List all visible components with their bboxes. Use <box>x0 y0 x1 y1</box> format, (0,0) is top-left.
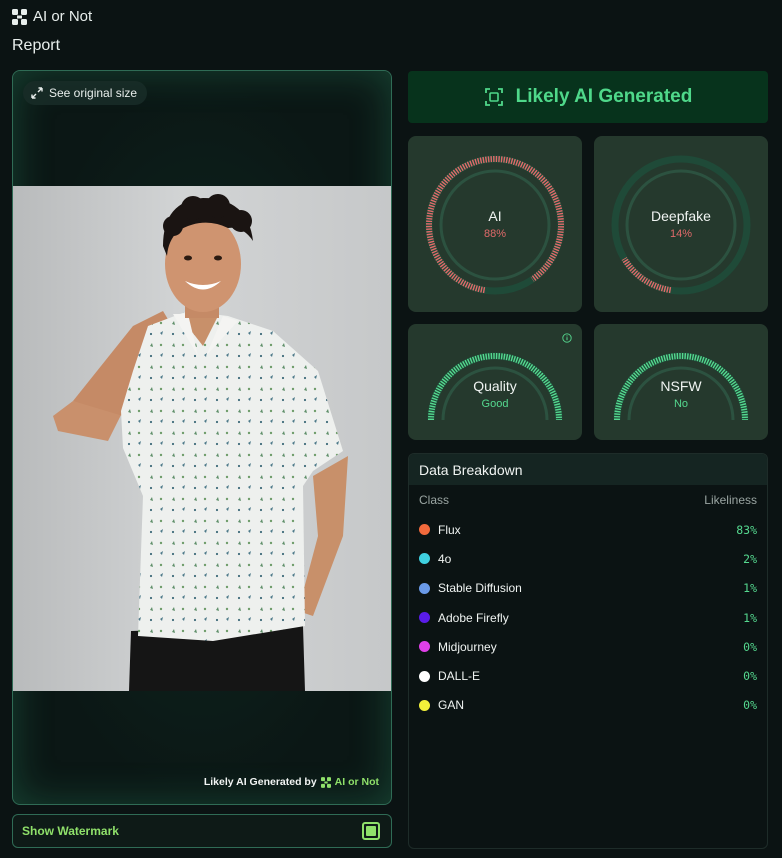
quality-value: Good <box>481 398 509 410</box>
see-original-size-label: See original size <box>49 86 138 100</box>
app-name: AI or Not <box>33 8 93 25</box>
class-name: Adobe Firefly <box>438 610 509 625</box>
likeliness-value: 0% <box>743 698 757 713</box>
likeliness-value: 83% <box>736 522 757 537</box>
class-name: 4o <box>438 551 452 566</box>
breakdown-row-adobe-firefly: Adobe Firefly 1% <box>409 603 767 632</box>
gauge-inner-ring <box>439 169 551 281</box>
app-brand[interactable]: AI or Not <box>12 8 92 25</box>
color-dot <box>419 641 430 653</box>
ai-score-label: AI <box>488 208 502 224</box>
color-dot <box>419 612 430 624</box>
class-name: DALL-E <box>438 669 481 684</box>
nsfw-value: No <box>673 398 689 410</box>
watermark-caption: Likely AI Generated by AI or Not <box>204 776 379 788</box>
color-dot <box>419 670 430 682</box>
show-watermark-checkbox[interactable] <box>362 822 380 840</box>
breakdown-row-stable-diffusion: Stable Diffusion 1% <box>409 574 767 603</box>
image-preview-panel: See original size Likely AI Generated by… <box>12 70 392 805</box>
gauge-inner-ring <box>627 366 735 421</box>
color-dot <box>419 582 430 594</box>
ai-or-not-logo-icon <box>12 8 27 25</box>
gauge-inner-ring <box>625 169 737 281</box>
likeliness-value: 1% <box>743 610 757 625</box>
verdict-banner: Likely AI Generated <box>408 71 768 123</box>
ai-score-ring <box>425 155 565 295</box>
page-title: Report <box>12 37 61 54</box>
class-name: Midjourney <box>438 639 497 654</box>
breakdown-row-flux: Flux 83% <box>409 515 767 544</box>
watermark-brand: AI or Not <box>334 776 379 788</box>
deepfake-score-label: Deepfake <box>651 208 711 224</box>
show-watermark-label: Show Watermark <box>22 824 119 838</box>
breakdown-row-midjourney: Midjourney 0% <box>409 632 767 661</box>
breakdown-row-gan: GAN 0% <box>409 691 767 720</box>
quality-label: Quality <box>473 378 517 394</box>
breakdown-column-headers: Class Likeliness <box>409 485 767 515</box>
deepfake-score-card: Deepfake 14% <box>594 136 768 312</box>
deepfake-score-value: 14% <box>669 228 693 240</box>
color-dot <box>419 553 430 565</box>
data-breakdown-title: Data Breakdown <box>409 454 767 485</box>
nsfw-label: NSFW <box>660 378 702 394</box>
scan-icon <box>484 88 503 106</box>
watermark-prefix: Likely AI Generated by <box>203 776 317 788</box>
analyzed-photo <box>13 186 391 691</box>
gauge-track <box>611 155 751 295</box>
likeliness-value: 0% <box>743 669 757 684</box>
breakdown-row-4o: 4o 2% <box>409 544 767 573</box>
class-name: Flux <box>438 522 461 537</box>
expand-icon <box>31 87 43 99</box>
class-name: Stable Diffusion <box>438 581 522 596</box>
ai-score-card: AI 88% <box>408 136 582 312</box>
gauge-inner-ring <box>441 366 549 421</box>
class-column-header: Class <box>419 493 450 507</box>
show-watermark-toggle[interactable]: Show Watermark <box>12 814 392 848</box>
likeliness-column-header: Likeliness <box>704 493 757 507</box>
likeliness-value: 1% <box>743 581 757 596</box>
breakdown-row-dall-e: DALL-E 0% <box>409 661 767 690</box>
info-icon[interactable] <box>562 333 572 343</box>
data-breakdown-panel: Data Breakdown Class Likeliness Flux 83%… <box>408 453 768 849</box>
color-dot <box>419 524 430 536</box>
ai-or-not-logo-icon <box>320 776 331 788</box>
see-original-size-button[interactable]: See original size <box>23 81 148 105</box>
breakdown-list: Flux 83% 4o 2% Stable Diffusion 1% Adobe… <box>409 515 767 720</box>
likeliness-value: 0% <box>743 639 757 654</box>
deepfake-score-ring <box>611 155 751 295</box>
verdict-label: Likely AI Generated <box>515 86 693 107</box>
nsfw-card: NSFW No <box>594 324 768 440</box>
ai-score-value: 88% <box>483 228 507 240</box>
color-dot <box>419 699 430 711</box>
quality-card: Quality Good <box>408 324 582 440</box>
class-name: GAN <box>438 698 465 713</box>
checkbox-checked-fill <box>366 826 376 836</box>
likeliness-value: 2% <box>743 551 757 566</box>
